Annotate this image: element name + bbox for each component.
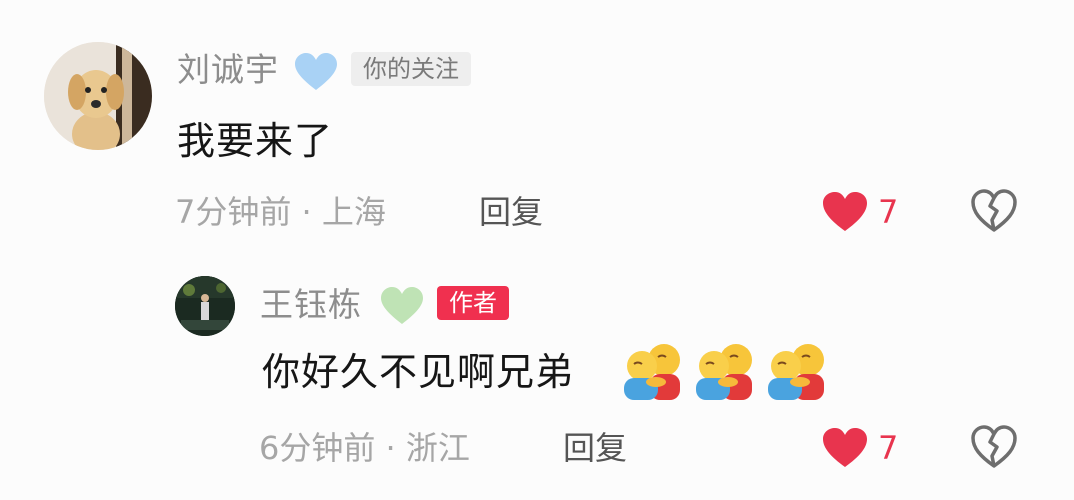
- hugging-people-emoji-icon: [624, 344, 680, 400]
- reply-button[interactable]: 回复: [479, 192, 543, 232]
- heart-icon: [823, 192, 867, 231]
- dog-avatar-image: [44, 42, 152, 150]
- like-count: 7: [878, 193, 899, 231]
- like-count: 7: [878, 429, 899, 467]
- comment-meta: 6分钟前 · 浙江: [259, 429, 470, 467]
- like-button[interactable]: 7: [822, 191, 898, 233]
- heart-icon: [823, 428, 867, 467]
- hugging-people-emoji-icon: [768, 344, 824, 400]
- reply-button[interactable]: 回复: [563, 428, 627, 468]
- hugging-people-emoji-icon: [696, 344, 752, 400]
- username[interactable]: 刘诚宇: [177, 50, 279, 90]
- like-button[interactable]: 7: [822, 427, 898, 469]
- heart-badge-icon: [295, 53, 337, 90]
- broken-heart-icon[interactable]: [970, 425, 1018, 469]
- username[interactable]: 王钰栋: [260, 285, 362, 325]
- avatar[interactable]: [44, 42, 152, 150]
- avatar[interactable]: [175, 276, 235, 336]
- emoji-row: [620, 342, 830, 404]
- stadium-avatar-image: [175, 276, 235, 336]
- heart-badge-icon: [381, 287, 423, 324]
- comment-meta: 7分钟前 · 上海: [175, 193, 386, 231]
- following-tag: 你的关注: [351, 52, 471, 86]
- broken-heart-icon[interactable]: [970, 189, 1018, 233]
- comment-text: 我要来了: [177, 119, 334, 163]
- comment-text: 你好久不见啊兄弟: [262, 350, 575, 394]
- author-tag: 作者: [437, 286, 509, 320]
